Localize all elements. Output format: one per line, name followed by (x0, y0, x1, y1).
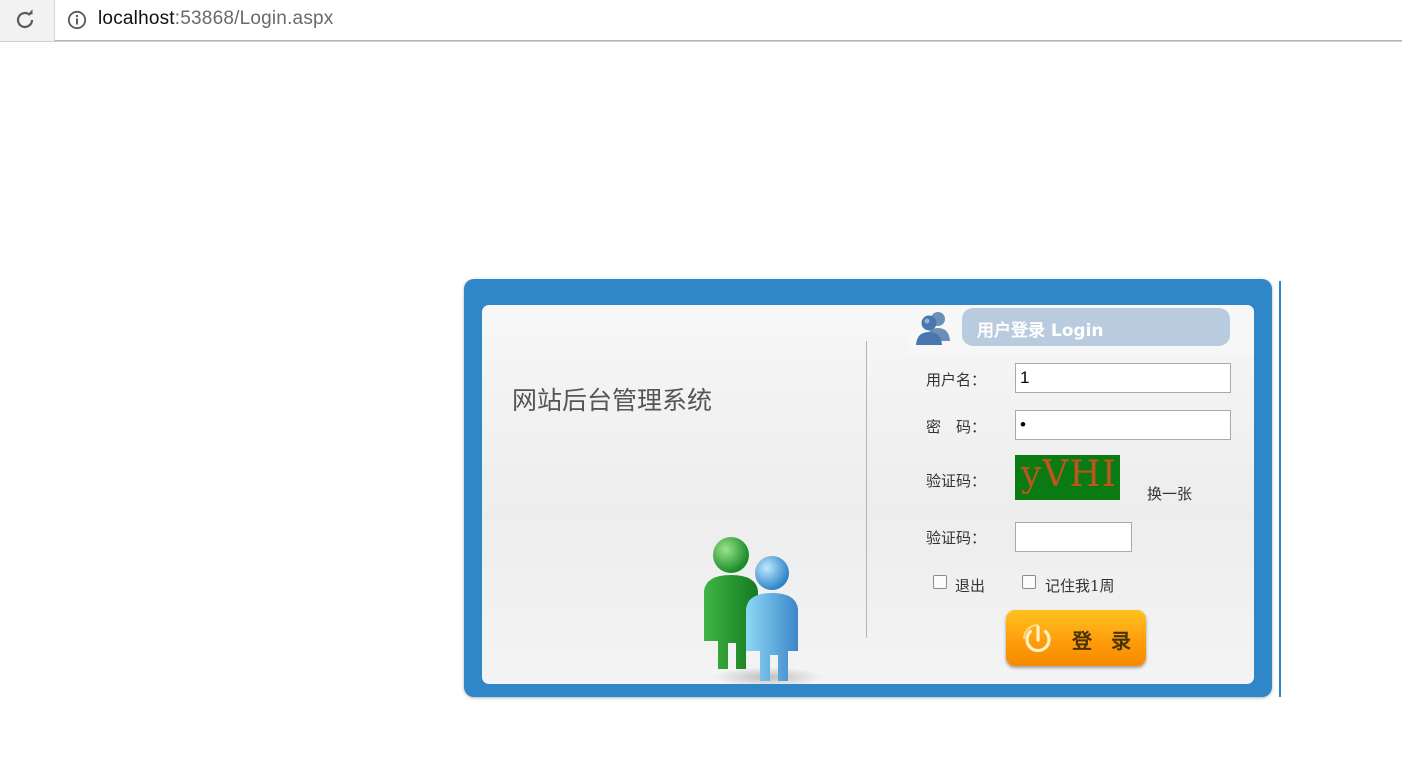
captcha-image-label: 验证码： (926, 472, 987, 490)
login-header-pill: 用户登录 Login (962, 308, 1230, 346)
login-button-label: 登 录 (1072, 629, 1137, 653)
password-input[interactable] (1015, 410, 1231, 440)
address-bar[interactable]: localhost:53868/Login.aspx (54, 0, 1402, 41)
users-icon (913, 309, 955, 347)
remember-me-label[interactable]: 记住我1周 (1045, 575, 1115, 596)
password-label: 密 码： (926, 418, 987, 436)
username-label: 用户名： (926, 371, 987, 389)
login-panel-inner: 网站后台管理系统 用户登录 Login 用户名： 1 密 码： 验证码： yVH… (482, 305, 1254, 684)
username-input[interactable] (1015, 363, 1231, 393)
url-text[interactable]: localhost:53868/Login.aspx (98, 8, 334, 30)
people-illustration-icon (688, 531, 833, 684)
remember-me-checkbox[interactable] (1022, 575, 1036, 589)
exit-checkbox[interactable] (933, 575, 947, 589)
refresh-captcha-link[interactable]: 换一张 (1147, 483, 1192, 504)
panel-divider (866, 341, 867, 638)
info-icon[interactable] (67, 10, 87, 30)
login-panel: 网站后台管理系统 用户登录 Login 用户名： 1 密 码： 验证码： yVH… (464, 279, 1272, 697)
power-icon (1018, 619, 1058, 659)
captcha-image[interactable]: yVHI (1015, 455, 1120, 500)
login-button[interactable]: 登 录 (1006, 610, 1146, 666)
system-title: 网站后台管理系统 (512, 386, 713, 415)
exit-checkbox-label[interactable]: 退出 (955, 575, 985, 596)
url-host: localhost (98, 8, 175, 29)
login-header: 用户登录 Login (909, 305, 1254, 355)
panel-edge (1279, 281, 1281, 697)
login-header-title: 用户登录 Login (977, 321, 1104, 341)
captcha-input[interactable] (1015, 522, 1132, 552)
browser-toolbar: localhost:53868/Login.aspx (0, 0, 1402, 42)
captcha-text: yVHI (1021, 455, 1117, 495)
captcha-input-label: 验证码： (926, 529, 987, 547)
url-path: :53868/Login.aspx (174, 8, 334, 29)
reload-icon[interactable] (13, 8, 37, 32)
